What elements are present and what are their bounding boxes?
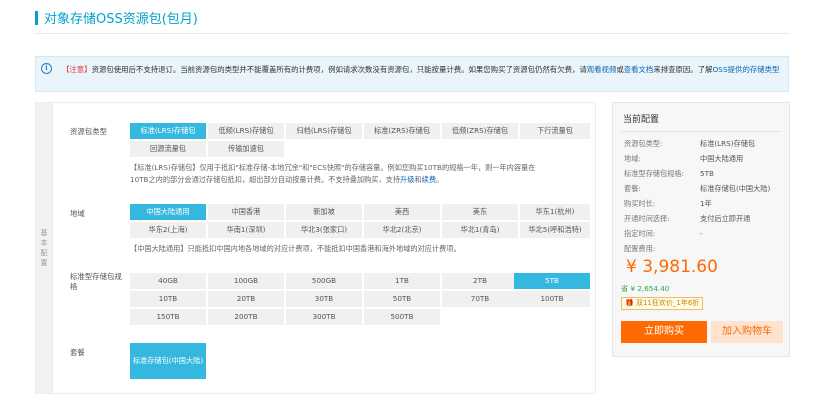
renew-link[interactable]: 续费: [422, 175, 436, 184]
notice-sep: 或: [616, 65, 624, 74]
upgrade-link[interactable]: 升级: [400, 175, 414, 184]
add-to-cart-button[interactable]: 加入购物车: [711, 321, 783, 343]
current-config-title: 当前配置: [623, 115, 660, 125]
desc-and: 和: [414, 175, 422, 184]
package-type-option[interactable]: 回源流量包: [130, 141, 206, 157]
package-type-option[interactable]: 标准(LRS)存储包: [130, 123, 206, 139]
package-type-option[interactable]: 归档(LRS)存储包: [286, 123, 362, 139]
region-option[interactable]: 华东1(杭州): [520, 204, 590, 220]
price-total: ¥ 3,981.60: [626, 257, 718, 277]
region-description: 【中国大陆通用】只能抵扣中国内地各地域的对应计费项，不能抵扣中国香港和海外地域的…: [130, 244, 461, 253]
summary-value: 支付后立即开通: [700, 214, 751, 223]
package-type-option[interactable]: 低频(LRS)存储包: [208, 123, 284, 139]
package-type-option[interactable]: 传输加速包: [208, 141, 284, 157]
package-type-desc-line-1: 【标准(LRS)存储包】仅用于抵扣"标准存储-本地冗余"和"ECS快照"的存储容…: [130, 163, 536, 172]
summary-value: 1年: [700, 199, 712, 208]
summary-key: 标准型存储包规格:: [624, 169, 684, 178]
region-option[interactable]: 华北3(张家口): [286, 222, 362, 238]
view-docs-link[interactable]: 查看文档: [624, 65, 654, 74]
capacity-option[interactable]: 1TB: [364, 273, 440, 289]
summary-key: 套餐:: [624, 184, 641, 193]
capacity-option[interactable]: 50TB: [364, 291, 440, 307]
promo-text: 双11狂欢价_1年6折: [635, 299, 700, 307]
capacity-option[interactable]: 500TB: [364, 309, 440, 325]
region-option[interactable]: 中国大陆通用: [130, 204, 206, 220]
summary-key: 资源包类型:: [624, 139, 663, 148]
summary-key: 开通时间选择:: [624, 214, 670, 223]
page-title-text: 对象存储OSS资源包(包月): [44, 12, 198, 27]
region-option[interactable]: 华东2(上海): [130, 222, 206, 238]
summary-divider: [621, 131, 781, 132]
summary-key: 指定时间:: [624, 229, 656, 238]
notice-text-1: 资源包使用后不支持退订。当前资源包的类型并不能覆盖所有的计费项，例如请求次数没有…: [91, 65, 587, 74]
region-option[interactable]: 华北1(青岛): [442, 222, 518, 238]
capacity-option[interactable]: 2TB: [442, 273, 518, 289]
notice-text-2: 来排查原因。了解: [653, 65, 713, 74]
capacity-option[interactable]: 5TB: [514, 273, 590, 289]
capacity-option[interactable]: 30TB: [286, 291, 362, 307]
capacity-label-line-2: 格: [70, 282, 78, 291]
summary-value: 5TB: [700, 169, 714, 178]
capacity-label: 标准型存储包规 格: [70, 272, 122, 292]
watch-video-link[interactable]: 观看视频: [587, 65, 617, 74]
capacity-option[interactable]: 70TB: [442, 291, 518, 307]
package-type-desc-line-2: 10TB之内的部分会通过存储包抵扣，超出部分自动按量计费。不支持叠加购买，支持升…: [130, 174, 585, 186]
capacity-option[interactable]: 500GB: [286, 273, 362, 289]
summary-key: 购买时长:: [624, 199, 656, 208]
package-type-description: 【标准(LRS)存储包】仅用于抵扣"标准存储-本地冗余"和"ECS快照"的存储容…: [130, 162, 585, 186]
summary-value: 标准存储包(中国大陆): [700, 184, 771, 193]
side-label-char: 本: [40, 239, 48, 247]
summary-value: 中国大陆通用: [700, 154, 744, 163]
region-option[interactable]: 新加坡: [286, 204, 362, 220]
savings-amount: 省 ¥ 2,654.40: [621, 284, 670, 293]
desc-end: 。: [436, 175, 444, 184]
region-option[interactable]: 华南1(深圳): [208, 222, 284, 238]
side-label-char: 基: [40, 229, 48, 237]
package-type-label: 资源包类型: [70, 127, 107, 136]
region-label: 地域: [70, 209, 85, 218]
capacity-option[interactable]: 200TB: [208, 309, 284, 325]
capacity-label-line-1: 标准型存储包规: [70, 272, 122, 281]
capacity-option[interactable]: 150TB: [130, 309, 206, 325]
summary-value: 标准(LRS)存储包: [700, 139, 756, 148]
summary-value: -: [700, 229, 703, 238]
capacity-option[interactable]: 100TB: [514, 291, 590, 307]
region-option[interactable]: 华北5(呼和浩特): [520, 222, 590, 238]
side-label-char: 置: [40, 259, 48, 267]
package-type-option[interactable]: 下行流量包: [520, 123, 590, 139]
region-option[interactable]: 华北2(北京): [364, 222, 440, 238]
package-type-option[interactable]: 标准(ZRS)存储包: [364, 123, 440, 139]
region-option[interactable]: 中国香港: [208, 204, 284, 220]
region-option[interactable]: 美西: [364, 204, 440, 220]
title-divider: [35, 33, 789, 34]
fee-label: 配置费用:: [624, 244, 656, 253]
buy-now-button[interactable]: 立即购买: [621, 321, 707, 343]
package-type-option[interactable]: 低频(ZRS)存储包: [442, 123, 518, 139]
package-label: 套餐: [70, 348, 85, 357]
capacity-option[interactable]: 40GB: [130, 273, 206, 289]
gift-icon: 🎁: [625, 299, 634, 307]
config-panel: 基 本 配 置 资源包类型 标准(LRS)存储包 低频(LRS)存储包 归档(L…: [35, 102, 596, 394]
package-option-standard-cn[interactable]: 标准存储包(中国大陆): [130, 343, 206, 379]
capacity-option[interactable]: 20TB: [208, 291, 284, 307]
basic-config-side-label: 基 本 配 置: [36, 103, 53, 393]
notice-banner: i 【注意】资源包使用后不支持退订。当前资源包的类型并不能覆盖所有的计费项，例如…: [35, 56, 789, 92]
title-accent-bar: [35, 10, 38, 25]
capacity-option[interactable]: 100GB: [208, 273, 284, 289]
desc-text: 10TB之内的部分会通过存储包抵扣，超出部分自动按量计费。不支持叠加购买，支持: [130, 175, 401, 184]
capacity-option[interactable]: 10TB: [130, 291, 206, 307]
current-config-panel: 当前配置 资源包类型: 标准(LRS)存储包 地域: 中国大陆通用 标准型存储包…: [612, 102, 790, 357]
promo-badge: 🎁 双11狂欢价_1年6折: [621, 297, 704, 310]
notice-tag: 【注意】: [62, 65, 92, 74]
storage-types-link[interactable]: OSS提供的存储类型: [712, 65, 779, 74]
page-title: 对象存储OSS资源包(包月): [35, 8, 198, 27]
capacity-option[interactable]: 300TB: [286, 309, 362, 325]
summary-key: 地域:: [624, 154, 641, 163]
side-label-char: 配: [40, 249, 48, 257]
region-option[interactable]: 美东: [442, 204, 518, 220]
info-icon: i: [41, 63, 52, 74]
